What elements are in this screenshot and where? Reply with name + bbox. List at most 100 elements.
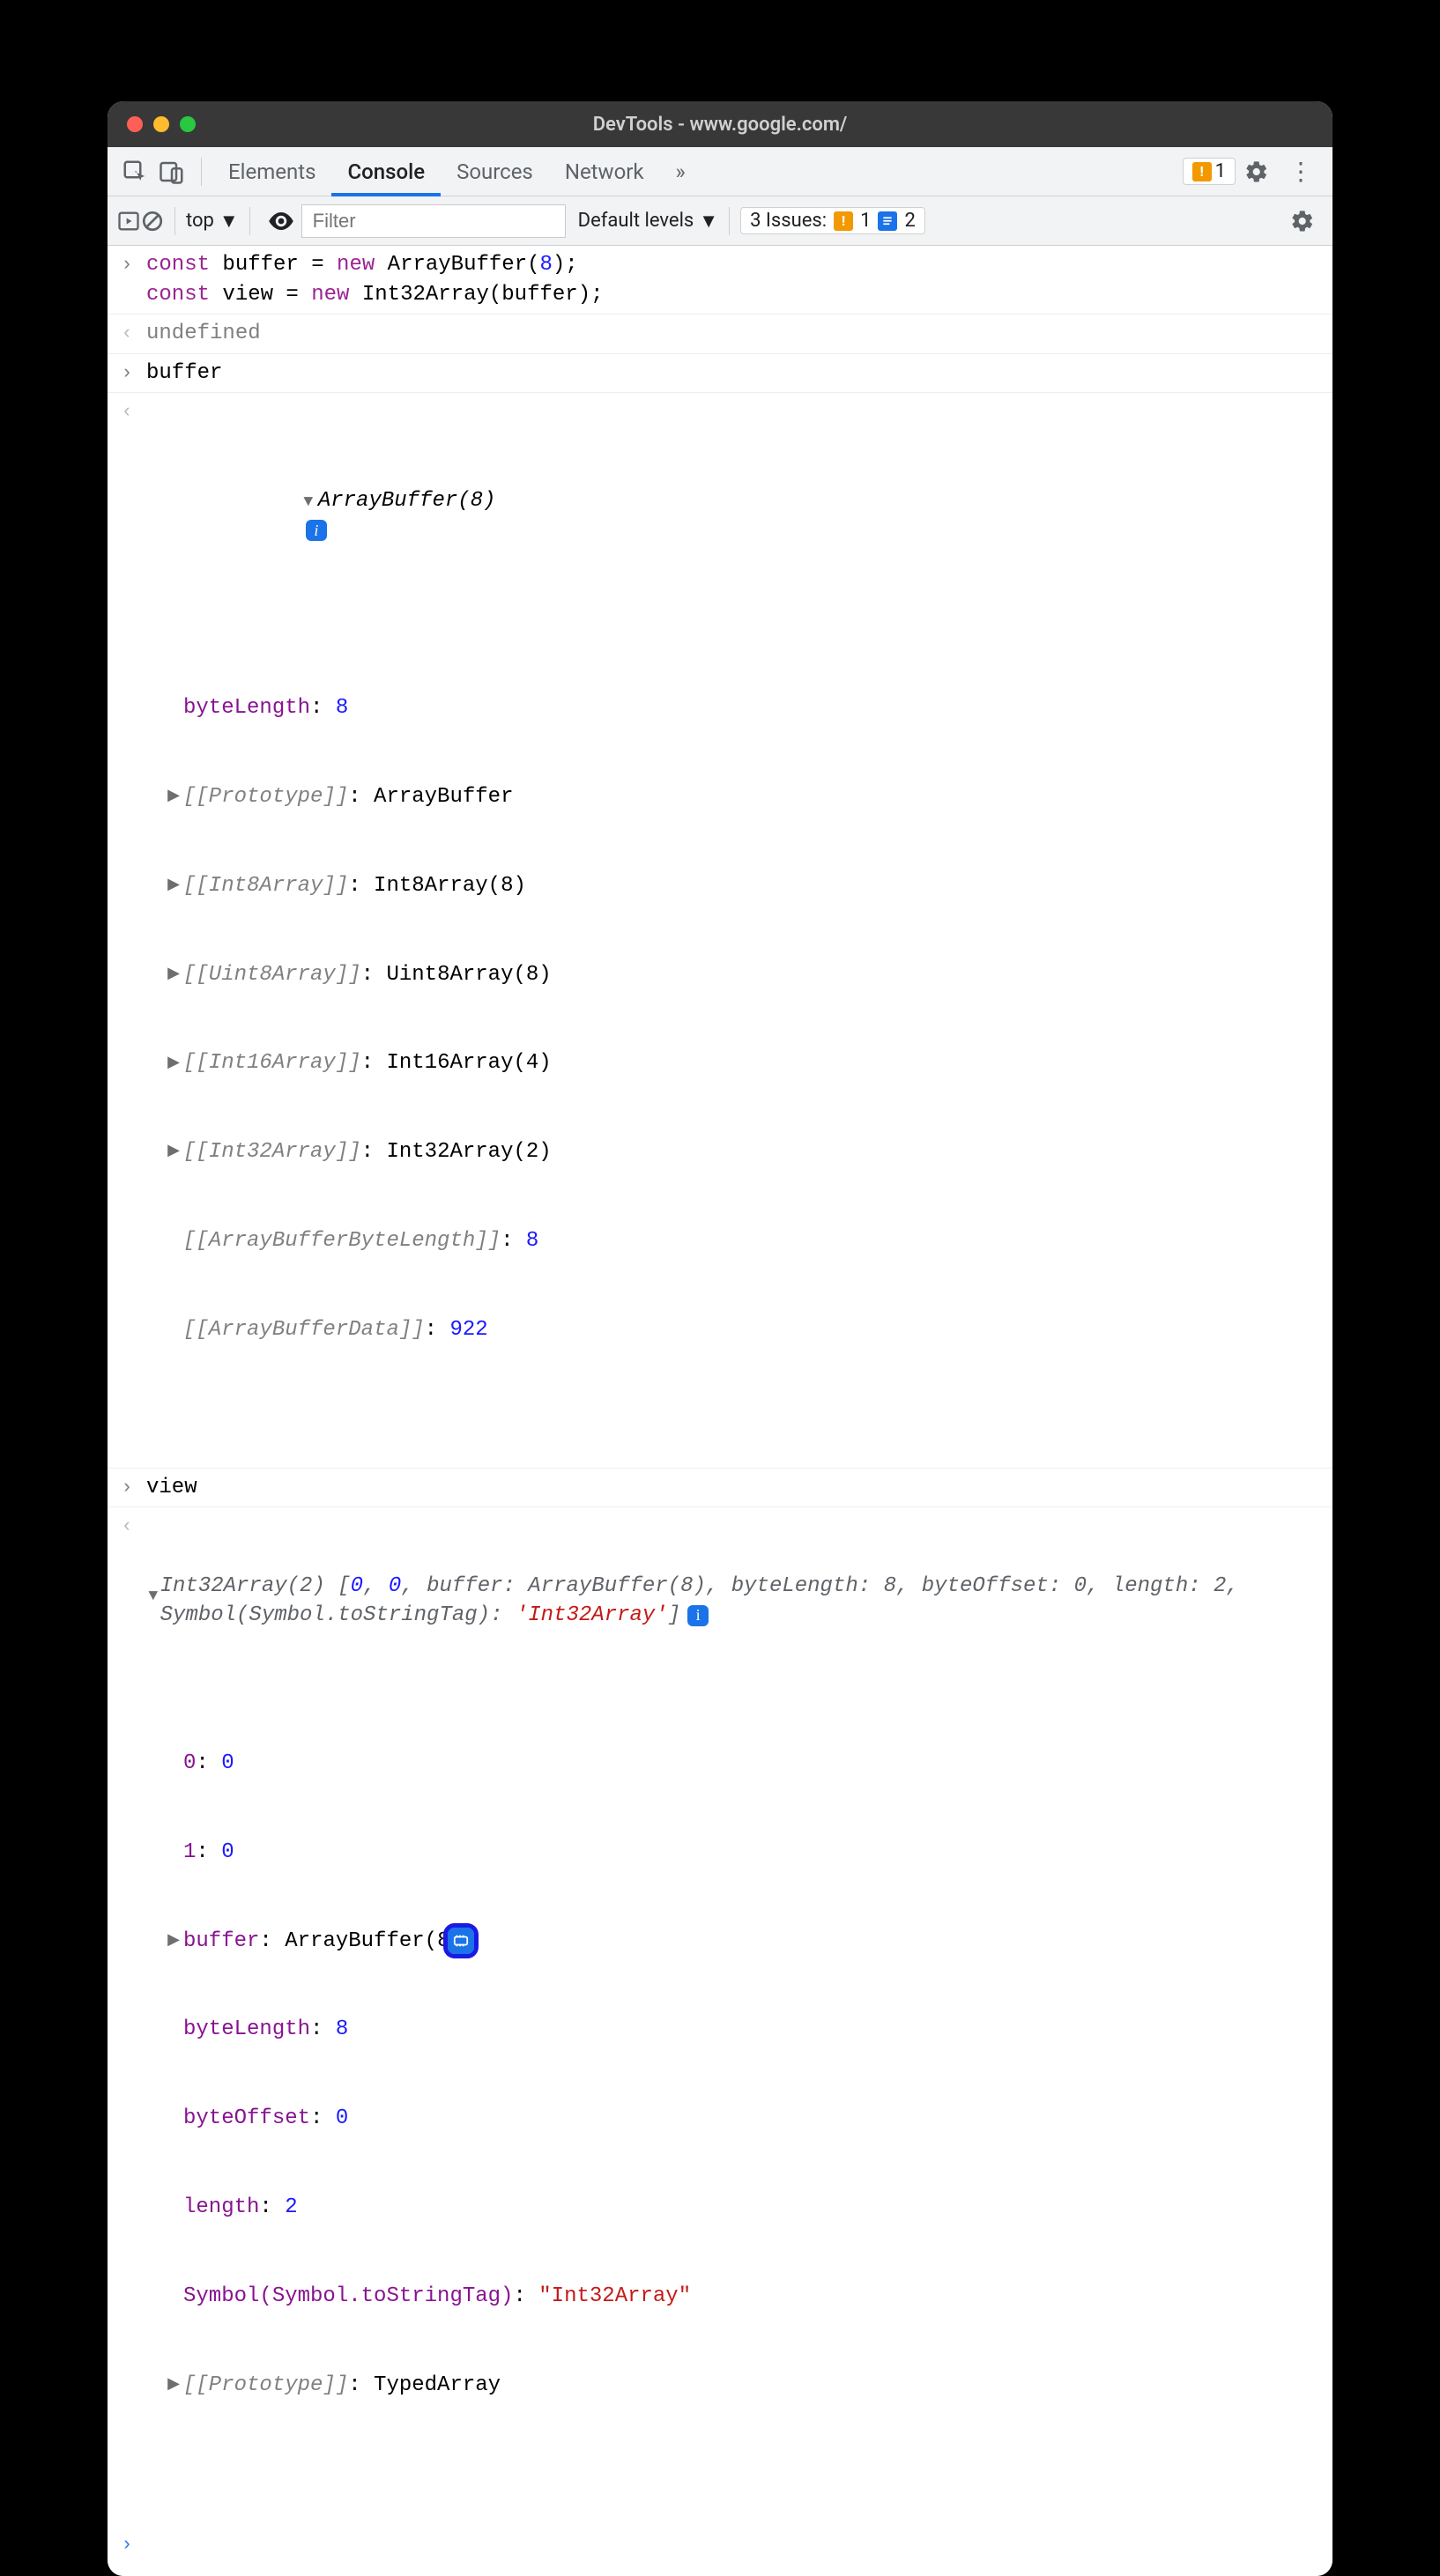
expand-toggle[interactable]: ▶: [164, 964, 183, 986]
expand-toggle[interactable]: ▶: [164, 1930, 183, 1952]
console-output: › const buffer = new ArrayBuffer(8);cons…: [108, 246, 1332, 2576]
log-levels-selector[interactable]: Default levels ▼: [578, 210, 718, 233]
warning-icon: !: [834, 211, 853, 231]
separator: [729, 207, 730, 235]
prop-value: "Int32Array": [538, 2282, 691, 2312]
prop-value[interactable]: Int16Array(4): [386, 1048, 551, 1078]
more-options-button[interactable]: ⋮: [1278, 157, 1324, 186]
tab-elements[interactable]: Elements: [212, 147, 331, 196]
prompt-chevron-icon: ›: [108, 2530, 146, 2559]
expand-toggle[interactable]: ▶: [164, 786, 183, 808]
expand-toggle[interactable]: ▶: [164, 1053, 183, 1075]
console-settings-button[interactable]: [1281, 209, 1324, 233]
console-input-entry: › const buffer = new ArrayBuffer(8);cons…: [108, 246, 1332, 315]
devtools-window: DevTools - www.google.com/ Elements Cons…: [108, 101, 1332, 2576]
info-badge-icon[interactable]: i: [687, 1605, 709, 1626]
input-chevron-icon: ›: [108, 359, 146, 388]
console-result-entry: ‹ ▼ Int32Array(2) [0, 0, buffer: ArrayBu…: [108, 1507, 1332, 2522]
warnings-badge[interactable]: ! 1: [1183, 158, 1236, 185]
tab-console-label: Console: [347, 159, 425, 184]
prop-name: length: [183, 2193, 259, 2223]
console-result-entry: ‹ undefined: [108, 315, 1332, 354]
prop-value: 8: [526, 1226, 538, 1256]
tab-sources[interactable]: Sources: [441, 147, 549, 196]
prop-value[interactable]: TypedArray: [374, 2371, 501, 2401]
more-tabs-icon: »: [676, 159, 686, 184]
clear-console-button[interactable]: [141, 210, 164, 233]
expand-toggle[interactable]: ▶: [164, 1141, 183, 1163]
input-chevron-icon: ›: [108, 1473, 146, 1502]
warnings-count: 1: [1215, 160, 1226, 182]
tab-console[interactable]: Console: [331, 147, 441, 196]
result-chevron-icon: ‹: [108, 397, 146, 426]
prop-name: byteOffset: [183, 2104, 310, 2134]
issues-warn-count: 1: [860, 210, 871, 232]
console-toolbar: top ▼ Default levels ▼ 3 Issues: ! 1 2: [108, 196, 1332, 246]
execution-context-selector[interactable]: top ▼: [186, 210, 239, 233]
prop-name: byteLength: [183, 693, 310, 723]
memory-inspect-icon[interactable]: [448, 1928, 474, 1954]
prop-name: [[Prototype]]: [183, 782, 348, 812]
prop-value: 2: [285, 2193, 297, 2223]
prop-value: 0: [336, 2104, 348, 2134]
prop-name: [[ArrayBufferData]]: [183, 1315, 425, 1345]
object-tree: ▼ Int32Array(2) [0, 0, buffer: ArrayBuff…: [146, 1512, 1332, 2518]
expand-toggle[interactable]: ▶: [164, 2374, 183, 2396]
tab-elements-label: Elements: [228, 159, 315, 184]
toggle-device-toolbar-button[interactable]: [155, 155, 189, 189]
prop-value: 8: [336, 693, 348, 723]
separator: [201, 158, 202, 186]
info-badge-icon[interactable]: i: [306, 520, 327, 541]
prop-value[interactable]: Int32Array(2): [386, 1137, 551, 1167]
tab-more[interactable]: »: [660, 147, 701, 196]
code-text[interactable]: buffer: [146, 359, 1332, 389]
chevron-down-icon: ▼: [699, 210, 718, 233]
expand-toggle[interactable]: ▶: [164, 875, 183, 897]
prop-value: 8: [336, 2015, 348, 2045]
chevron-down-icon: ▼: [219, 210, 239, 233]
code-text[interactable]: view: [146, 1473, 1332, 1503]
info-icon: [878, 211, 897, 231]
tab-network[interactable]: Network: [549, 147, 660, 196]
prop-value[interactable]: ArrayBuffer: [374, 782, 513, 812]
object-tree: ▼ArrayBuffer(8) i ▶byteLength: 8 ▶[[Prot…: [146, 397, 1332, 1462]
issues-button[interactable]: 3 Issues: ! 1 2: [740, 207, 925, 234]
prop-value: 922: [449, 1315, 487, 1345]
prop-name: Symbol(Symbol.toStringTag): [183, 2282, 513, 2312]
prop-name: [[Uint8Array]]: [183, 960, 361, 990]
separator: [249, 207, 250, 235]
titlebar: DevTools - www.google.com/: [108, 101, 1332, 147]
tab-network-label: Network: [565, 159, 644, 184]
object-summary[interactable]: Int32Array(2) [0, 0, buffer: ArrayBuffer…: [160, 1572, 1324, 1631]
code-text[interactable]: const buffer = new ArrayBuffer(8);const …: [146, 250, 1332, 309]
input-chevron-icon: ›: [108, 250, 146, 279]
live-expression-button[interactable]: [261, 211, 301, 231]
prop-name: [[ArrayBufferByteLength]]: [183, 1226, 501, 1256]
filter-input[interactable]: [301, 204, 566, 238]
console-prompt[interactable]: ›: [108, 2523, 1332, 2576]
undefined-value: undefined: [146, 319, 1332, 349]
expand-toggle[interactable]: ▼: [146, 1586, 160, 1608]
result-chevron-icon: ‹: [108, 1512, 146, 1541]
prop-value: 0: [221, 1838, 234, 1868]
issues-info-count: 2: [904, 210, 915, 232]
separator: [174, 207, 175, 235]
result-chevron-icon: ‹: [108, 319, 146, 348]
log-levels-label: Default levels: [578, 210, 694, 232]
settings-button[interactable]: [1236, 159, 1278, 184]
prop-name: buffer: [183, 1927, 259, 1957]
prop-value[interactable]: ArrayBuffer(8: [285, 1927, 449, 1957]
inspect-element-button[interactable]: [118, 155, 152, 189]
prop-value[interactable]: Int8Array(8): [374, 871, 526, 901]
prop-value[interactable]: Uint8Array(8): [386, 960, 551, 990]
context-label: top: [186, 210, 214, 232]
expand-toggle[interactable]: ▼: [299, 492, 318, 514]
prop-name: [[Int16Array]]: [183, 1048, 361, 1078]
object-summary[interactable]: ArrayBuffer(8): [318, 489, 496, 513]
toggle-sidebar-button[interactable]: [116, 209, 141, 233]
warning-icon: !: [1192, 162, 1212, 181]
console-input-entry: › buffer: [108, 354, 1332, 394]
prop-name: 0: [183, 1749, 196, 1779]
prop-name: [[Int8Array]]: [183, 871, 348, 901]
console-result-entry: ‹ ▼ArrayBuffer(8) i ▶byteLength: 8 ▶[[Pr…: [108, 393, 1332, 1468]
